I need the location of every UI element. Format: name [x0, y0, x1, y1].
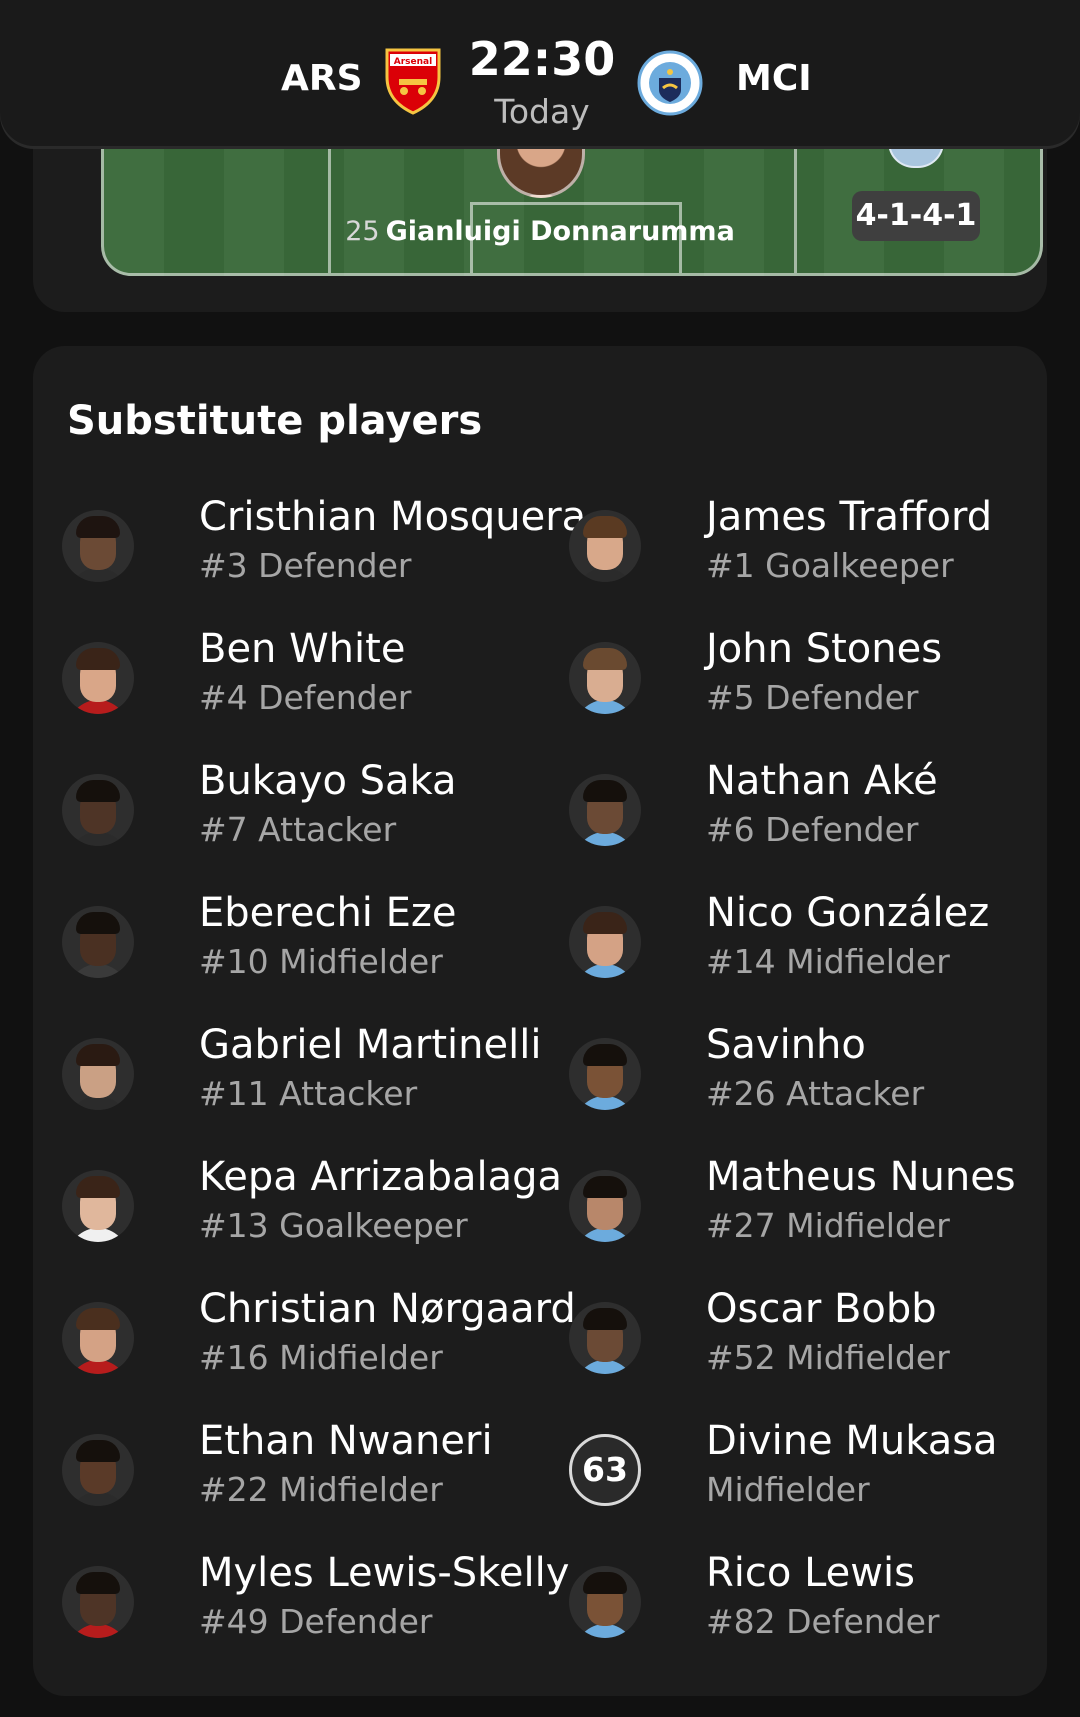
substitutes-title: Substitute players	[67, 398, 483, 444]
player-avatar[interactable]	[569, 774, 641, 846]
player-number-position: Midfielder	[706, 1470, 870, 1509]
away-substitutes-list: James Trafford #1 Goalkeeper John Stones #5…	[569, 494, 1049, 1702]
player-avatar[interactable]	[569, 906, 641, 978]
player-number-position: #4 Defender	[199, 678, 412, 717]
player-name: Bukayo Saka	[199, 758, 457, 804]
player-number-position: #27 Midfielder	[706, 1206, 950, 1245]
player-name: Kepa Arrizabalaga	[199, 1154, 563, 1200]
player-name: Christian Nørgaard	[199, 1286, 576, 1332]
player-name: James Trafford	[706, 494, 993, 540]
player-avatar[interactable]	[62, 906, 134, 978]
player-number-position: #16 Midfielder	[199, 1338, 443, 1377]
player-avatar[interactable]	[62, 1302, 134, 1374]
player-name: Matheus Nunes	[706, 1154, 1016, 1200]
player-name: Myles Lewis-Skelly	[199, 1550, 570, 1596]
player-number-position: #14 Midfielder	[706, 942, 950, 981]
player-number-position: #11 Attacker	[199, 1074, 418, 1113]
player-avatar[interactable]	[62, 1038, 134, 1110]
player-number-position: #13 Goalkeeper	[199, 1206, 468, 1245]
player-number-position: #7 Attacker	[199, 810, 397, 849]
player-name: Savinho	[706, 1022, 866, 1068]
player-avatar[interactable]	[569, 1302, 641, 1374]
player-name: Eberechi Eze	[199, 890, 457, 936]
player-name: Oscar Bobb	[706, 1286, 937, 1332]
player-number-position: #1 Goalkeeper	[706, 546, 954, 585]
player-avatar[interactable]	[62, 774, 134, 846]
substitute-player-row[interactable]: Rico Lewis #82 Defender	[569, 1550, 1049, 1702]
player-number-position: #52 Midfielder	[706, 1338, 950, 1377]
player-number-position: #22 Midfielder	[199, 1470, 443, 1509]
match-header: ARS Arsenal 22:30 Today MCI	[0, 0, 1080, 146]
player-avatar[interactable]	[569, 1038, 641, 1110]
player-name: John Stones	[706, 626, 943, 672]
player-number-position: #10 Midfielder	[199, 942, 443, 981]
player-number-avatar[interactable]: 63	[569, 1434, 641, 1506]
player-name: Gabriel Martinelli	[199, 1022, 542, 1068]
player-avatar[interactable]	[62, 1434, 134, 1506]
match-time: 22:30	[468, 32, 616, 86]
substitute-player-row[interactable]: Myles Lewis-Skelly #49 Defender	[62, 1550, 569, 1702]
player-number-position: #82 Defender	[706, 1602, 940, 1641]
player-number-position: #26 Attacker	[706, 1074, 925, 1113]
substitutes-card: Substitute players Cristhian Mosquera #3 …	[33, 346, 1047, 1696]
player-number-position: #5 Defender	[706, 678, 919, 717]
player-name: Ben White	[199, 626, 406, 672]
player-avatar[interactable]	[62, 642, 134, 714]
player-avatar[interactable]	[62, 510, 134, 582]
player-avatar[interactable]	[569, 510, 641, 582]
player-name: Rico Lewis	[706, 1550, 915, 1596]
player-name: Ethan Nwaneri	[199, 1418, 493, 1464]
player-avatar[interactable]	[569, 642, 641, 714]
man-city-crest-icon[interactable]	[637, 50, 703, 116]
goalkeeper-number: 25	[345, 216, 380, 247]
player-number-position: #3 Defender	[199, 546, 412, 585]
player-avatar[interactable]	[569, 1566, 641, 1638]
goalkeeper-name: Gianluigi Donnarumma	[385, 216, 735, 247]
player-name: Divine Mukasa	[706, 1418, 998, 1464]
match-date: Today	[494, 92, 590, 131]
player-name: Nico González	[706, 890, 990, 936]
player-avatar[interactable]	[569, 1170, 641, 1242]
player-avatar[interactable]	[62, 1170, 134, 1242]
player-name: Cristhian Mosquera	[199, 494, 587, 540]
home-substitutes-list: Cristhian Mosquera #3 Defender Ben White #4…	[62, 494, 586, 1702]
player-number-position: #6 Defender	[706, 810, 919, 849]
away-team-code[interactable]: MCI	[736, 58, 812, 99]
player-name: Nathan Aké	[706, 758, 938, 804]
player-number-position: #49 Defender	[199, 1602, 433, 1641]
formation-badge: 4-1-4-1	[852, 191, 980, 241]
player-avatar[interactable]	[62, 1566, 134, 1638]
